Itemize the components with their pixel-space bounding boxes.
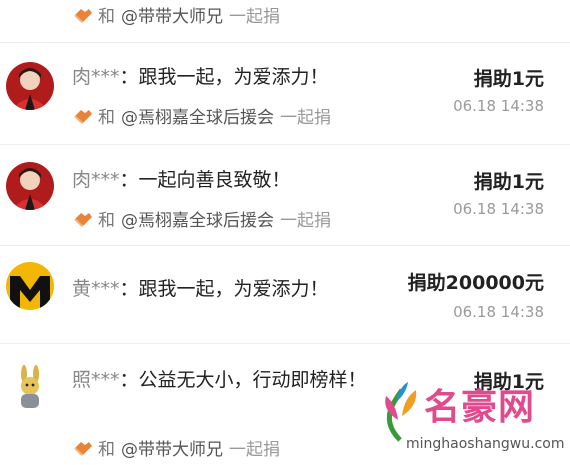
donation-amount: 捐助1元 <box>473 171 544 193</box>
separator <box>0 343 570 344</box>
donor-message: 肉***：一起向善良致敬！ <box>72 167 291 193</box>
donor-message: 肉***：跟我一起，为爱添力！ <box>72 64 329 90</box>
top-partial-with-row: 和 @带带大师兄 一起捐 <box>72 2 280 27</box>
watermark-title: 名豪网 <box>424 387 536 428</box>
donor-name[interactable]: 黄*** <box>72 278 120 300</box>
with-row: 和 @带带大师兄 一起捐 <box>72 435 280 460</box>
rabbit-toy-avatar[interactable] <box>6 364 54 412</box>
group-link[interactable]: @焉栩嘉全球后援会 <box>121 206 274 231</box>
donor-name[interactable]: 肉*** <box>72 169 120 191</box>
donation-time: 06.18 14:38 <box>453 303 544 321</box>
group-link[interactable]: @带带大师兄 <box>121 435 223 460</box>
donor-name[interactable]: 照*** <box>72 369 120 391</box>
separator <box>0 245 570 246</box>
with-row: 和 @焉栩嘉全球后援会 一起捐 <box>72 103 331 128</box>
heart-hand-icon <box>72 6 94 24</box>
donor-message-text: ：公益无大小，行动即榜样！ <box>119 369 367 391</box>
person-red-avatar[interactable] <box>6 62 54 110</box>
person-red-avatar[interactable] <box>6 162 54 210</box>
donor-message: 黄***：跟我一起，为爱添力！ <box>72 276 329 302</box>
together-label: 一起捐 <box>280 108 331 128</box>
heart-hand-icon <box>72 107 94 125</box>
donation-amount: 捐助200000元 <box>407 272 544 294</box>
together-label: 一起捐 <box>229 440 280 460</box>
heart-hand-icon <box>72 210 94 228</box>
donation-amount: 捐助1元 <box>473 68 544 90</box>
together-label: 一起捐 <box>280 211 331 231</box>
donor-message: 照***：公益无大小，行动即榜样！ <box>72 367 392 393</box>
separator <box>0 42 570 43</box>
with-label: 和 <box>98 211 115 231</box>
donor-message-text: ：一起向善良致敬！ <box>119 169 291 191</box>
donation-time: 06.18 14:38 <box>453 97 544 115</box>
watermark: 名豪网 minghaoshangwu.com <box>378 378 565 460</box>
watermark-logo-icon <box>385 382 417 442</box>
donor-message-text: ：跟我一起，为爱添力！ <box>119 66 329 88</box>
donation-time: 06.18 14:38 <box>453 200 544 218</box>
yellow-m-avatar[interactable] <box>6 262 54 310</box>
separator <box>0 144 570 145</box>
with-label: 和 <box>98 108 115 128</box>
group-link[interactable]: @焉栩嘉全球后援会 <box>121 103 274 128</box>
heart-hand-icon <box>72 439 94 457</box>
with-label: 和 <box>98 440 115 460</box>
with-label: 和 <box>98 7 115 27</box>
with-row: 和 @焉栩嘉全球后援会 一起捐 <box>72 206 331 231</box>
watermark-url: minghaoshangwu.com <box>406 436 565 452</box>
group-link[interactable]: @带带大师兄 <box>121 2 223 27</box>
together-label: 一起捐 <box>229 7 280 27</box>
donor-name[interactable]: 肉*** <box>72 66 120 88</box>
donor-message-text: ：跟我一起，为爱添力！ <box>119 278 329 300</box>
